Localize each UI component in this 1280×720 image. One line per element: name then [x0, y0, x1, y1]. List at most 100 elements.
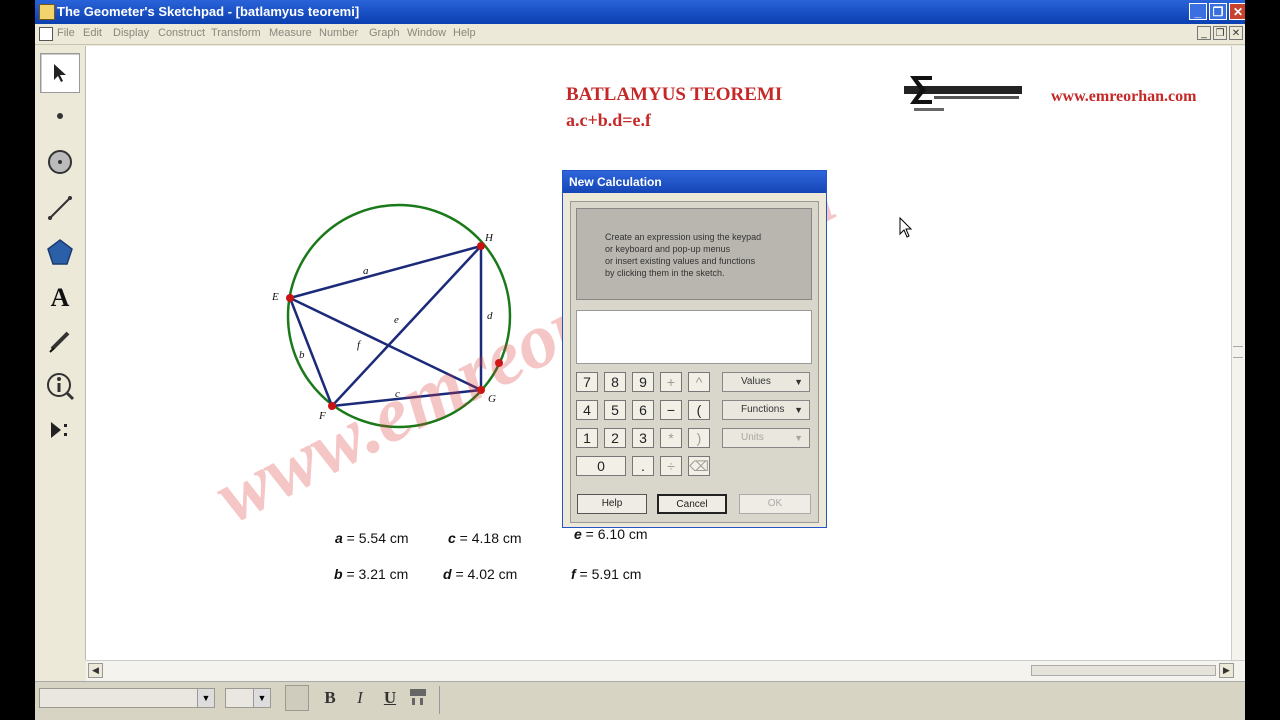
menu-file[interactable]: File [57, 27, 75, 39]
ok-button[interactable]: OK [739, 494, 811, 514]
menu-transform[interactable]: Transform [211, 27, 261, 39]
restore-button[interactable]: ❐ [1209, 3, 1227, 20]
document-icon[interactable] [39, 27, 53, 41]
dialog-title[interactable]: New Calculation [563, 171, 826, 193]
menu-measure[interactable]: Measure [269, 27, 312, 39]
values-menu[interactable]: Values ▼ [722, 372, 810, 392]
point-e[interactable] [286, 294, 294, 302]
units-menu[interactable]: Units ▼ [722, 428, 810, 448]
compass-tool-icon[interactable] [40, 142, 80, 182]
label-point-h: H [484, 232, 494, 244]
key-divide[interactable]: ÷ [660, 456, 682, 476]
label-point-e: E [271, 291, 279, 303]
key-8[interactable]: 8 [604, 372, 626, 392]
label-segment-b: b [299, 349, 305, 361]
symbol-palette-icon[interactable] [407, 687, 429, 709]
mouse-pointer-icon [899, 216, 913, 238]
straightedge-tool-icon[interactable] [40, 188, 80, 228]
text-format-bar: ▼ ▼ B I U [35, 681, 1245, 720]
arrow-select-icon[interactable] [40, 53, 80, 93]
measurement-d[interactable]: d = 4.02 cm [443, 566, 517, 582]
menu-number[interactable]: Number [319, 27, 358, 39]
key-multiply[interactable]: * [660, 428, 682, 448]
segment-c[interactable] [331, 388, 482, 408]
menu-window[interactable]: Window [407, 27, 446, 39]
chevron-down-icon: ▼ [794, 405, 803, 415]
key-7[interactable]: 7 [576, 372, 598, 392]
key-close-paren[interactable]: ) [688, 428, 710, 448]
measurement-f[interactable]: f = 5.91 cm [571, 566, 641, 582]
app-icon [39, 4, 55, 20]
information-tool-icon[interactable] [40, 366, 80, 406]
toolbar-divider [439, 686, 440, 714]
dialog-instructions: Create an expression using the keypad or… [576, 208, 812, 300]
label-segment-a: a [363, 265, 369, 277]
key-5[interactable]: 5 [604, 400, 626, 420]
window-title: The Geometer's Sketchpad - [batlamyus te… [57, 4, 360, 19]
menu-display[interactable]: Display [113, 27, 149, 39]
polygon-tool-icon[interactable] [40, 232, 80, 272]
scroll-left-icon[interactable]: ◀ [88, 663, 103, 678]
measurement-a[interactable]: a = 5.54 cm [335, 530, 409, 546]
font-size-select[interactable]: ▼ [225, 688, 271, 708]
minimize-button[interactable]: _ [1189, 3, 1207, 20]
bold-button[interactable]: B [319, 687, 341, 709]
scroll-right-icon[interactable]: ▶ [1219, 663, 1234, 678]
key-2[interactable]: 2 [604, 428, 626, 448]
help-button[interactable]: Help [577, 494, 647, 514]
label-segment-c: c [395, 388, 400, 400]
doc-restore-button[interactable]: ❐ [1213, 26, 1227, 40]
point-f[interactable] [328, 402, 336, 410]
measurement-e[interactable]: e = 6.10 cm [574, 526, 648, 542]
key-3[interactable]: 3 [632, 428, 654, 448]
key-minus[interactable]: − [660, 400, 682, 420]
measurement-b[interactable]: b = 3.21 cm [334, 566, 408, 582]
measurement-c[interactable]: c = 4.18 cm [448, 530, 522, 546]
key-9[interactable]: 9 [632, 372, 654, 392]
menu-help[interactable]: Help [453, 27, 476, 39]
sketch-canvas[interactable]: BATLAMYUS TEOREMI a.c+b.d=e.f www.emreor… [86, 46, 1231, 660]
key-power[interactable]: ^ [688, 372, 710, 392]
point-tool-icon[interactable] [40, 96, 80, 136]
scroll-thumb[interactable] [1031, 665, 1216, 676]
key-backspace[interactable]: ⌫ [688, 456, 710, 476]
close-button[interactable]: ✕ [1229, 3, 1245, 20]
doc-minimize-button[interactable]: _ [1197, 26, 1211, 40]
expression-field[interactable] [576, 310, 812, 364]
key-open-paren[interactable]: ( [688, 400, 710, 420]
marker-tool-icon[interactable] [40, 321, 80, 361]
font-family-select[interactable]: ▼ [39, 688, 215, 708]
key-plus[interactable]: + [660, 372, 682, 392]
horizontal-scrollbar[interactable]: ◀ ▶ [86, 660, 1245, 681]
chevron-down-icon: ▼ [253, 689, 270, 707]
functions-menu[interactable]: Functions ▼ [722, 400, 810, 420]
title-bar[interactable]: The Geometer's Sketchpad - [batlamyus te… [35, 0, 1245, 24]
underline-button[interactable]: U [379, 687, 401, 709]
segment-f[interactable] [289, 296, 482, 392]
menu-bar: File Edit Display Construct Transform Me… [35, 24, 1245, 45]
circle-control-point[interactable] [495, 359, 503, 367]
segment-a[interactable] [289, 244, 482, 300]
key-6[interactable]: 6 [632, 400, 654, 420]
custom-tool-icon[interactable] [40, 410, 80, 450]
point-h[interactable] [477, 242, 485, 250]
vertical-scrollbar[interactable] [1231, 46, 1245, 660]
key-4[interactable]: 4 [576, 400, 598, 420]
italic-button[interactable]: I [349, 687, 371, 709]
menu-edit[interactable]: Edit [83, 27, 102, 39]
doc-close-button[interactable]: ✕ [1229, 26, 1243, 40]
text-color-button[interactable] [285, 685, 309, 711]
segment-e[interactable] [331, 245, 482, 407]
key-0[interactable]: 0 [576, 456, 626, 476]
point-g[interactable] [477, 386, 485, 394]
menu-graph[interactable]: Graph [369, 27, 400, 39]
key-1[interactable]: 1 [576, 428, 598, 448]
key-decimal[interactable]: . [632, 456, 654, 476]
cancel-button[interactable]: Cancel [657, 494, 727, 514]
toolbox: A [35, 46, 86, 660]
label-segment-e: e [394, 314, 399, 326]
dialog-body: Create an expression using the keypad or… [570, 201, 819, 523]
scroll-grip-icon [1233, 346, 1243, 358]
text-tool-icon[interactable]: A [40, 278, 80, 318]
menu-construct[interactable]: Construct [158, 27, 205, 39]
